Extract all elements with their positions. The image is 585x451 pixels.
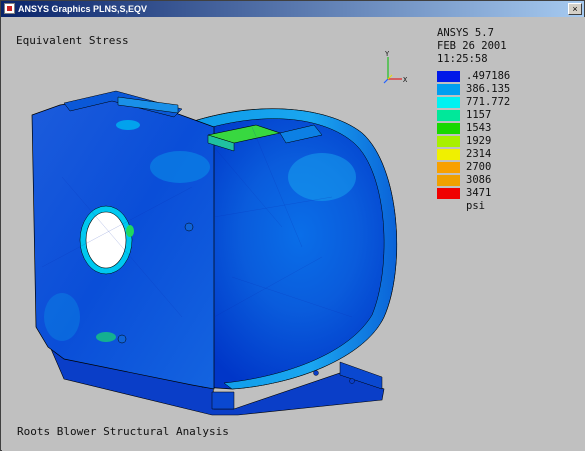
- legend-swatch: [437, 162, 460, 173]
- triad-x-label: X: [403, 76, 408, 84]
- plot-footer: Roots Blower Structural Analysis: [17, 425, 229, 438]
- axis-triad-icon: Y X: [383, 50, 408, 84]
- legend-swatch: [437, 97, 460, 108]
- window-title: ANSYS Graphics PLNS,S,EQV: [18, 4, 148, 14]
- legend-label: 1543: [466, 122, 492, 134]
- legend-swatch: [437, 71, 460, 82]
- legend-label: 3086: [466, 174, 492, 186]
- legend-label: 1929: [466, 135, 492, 147]
- legend-label: 3471: [466, 187, 492, 199]
- legend-unit: psi: [466, 200, 485, 212]
- legend-swatch: [437, 175, 460, 186]
- run-time: 11:25:58: [437, 53, 488, 65]
- run-date: FEB 26 2001: [437, 40, 507, 52]
- legend-swatch: [437, 188, 460, 199]
- title-bar[interactable]: ANSYS Graphics PLNS,S,EQV ×: [1, 1, 584, 17]
- legend-label: 2700: [466, 161, 492, 173]
- legend-label: .497186: [466, 70, 511, 82]
- ansys-graphics-window: ANSYS Graphics PLNS,S,EQV × Equivalent S…: [0, 0, 585, 451]
- close-button[interactable]: ×: [568, 3, 582, 15]
- graphics-viewport[interactable]: Equivalent Stress Y X ANSYS 5.7 FEB 26 2…: [2, 17, 585, 451]
- legend-label: 771.772: [466, 96, 511, 108]
- legend-label: 386.135: [466, 83, 511, 95]
- solution-info: ANSYS 5.7 FEB 26 2001 11:25:58: [437, 27, 507, 66]
- ansys-version: ANSYS 5.7: [437, 27, 494, 39]
- legend-label: 1157: [466, 109, 492, 121]
- legend-swatch: [437, 149, 460, 160]
- legend-label: 2314: [466, 148, 492, 160]
- legend-swatch: [437, 84, 460, 95]
- ansys-app-icon: [4, 3, 15, 14]
- legend-swatch: [437, 123, 460, 134]
- legend-swatch: [437, 110, 460, 121]
- legend-swatch: [437, 136, 460, 147]
- plot-title: Equivalent Stress: [16, 34, 129, 47]
- triad-y-label: Y: [385, 50, 390, 58]
